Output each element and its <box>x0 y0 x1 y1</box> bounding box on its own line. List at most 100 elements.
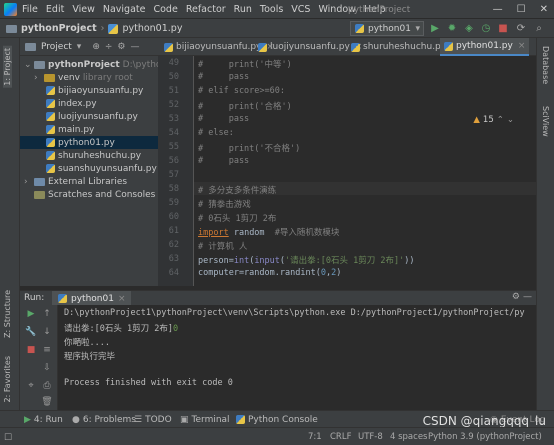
status-square-icon[interactable]: □ <box>4 432 12 442</box>
menu-edit[interactable]: Edit <box>46 4 64 15</box>
code-line: # pass <box>198 156 250 166</box>
inspection-widget[interactable]: ▲ 15 ⌃ ⌄ <box>473 115 514 125</box>
favorites-tool-tab[interactable]: 2: Favorites <box>3 356 12 402</box>
file-name: shuruheshuchu.py <box>58 150 142 161</box>
wrench-icon[interactable]: 🔧 <box>24 327 38 337</box>
rerun-icon[interactable]: ▶ <box>24 309 38 319</box>
right-tool-strip: Database SciView <box>536 38 554 410</box>
collapse-icon[interactable]: ÷ <box>105 42 113 52</box>
folder-icon <box>6 24 17 33</box>
root-name: pythonProject <box>48 59 120 70</box>
soft-wrap-icon[interactable]: ≡ <box>40 345 54 355</box>
run-config-select[interactable]: python01 ▾ <box>350 21 424 36</box>
list-item[interactable]: main.py <box>46 123 94 136</box>
menu-code[interactable]: Code <box>153 4 177 15</box>
print-icon[interactable]: ⎙ <box>40 381 54 391</box>
update-icon[interactable]: ⟳ <box>514 21 528 36</box>
indent-setting[interactable]: 4 spaces <box>390 432 427 442</box>
project-view-select[interactable]: Project <box>41 42 72 52</box>
menu-file[interactable]: File <box>22 4 38 15</box>
chevron-down-icon[interactable]: ⌄ <box>507 115 514 125</box>
chevron-right-icon[interactable]: › <box>34 73 41 83</box>
tab-python-console[interactable]: Python Console <box>236 413 318 426</box>
tree-external-libraries[interactable]: › External Libraries <box>24 175 127 188</box>
tab-run[interactable]: ▶ 4: Run <box>24 413 63 426</box>
gear-icon[interactable]: ⚙ <box>512 292 520 302</box>
python-icon <box>58 294 67 303</box>
code-line: # print('中等') <box>198 60 292 70</box>
run-console[interactable]: D:\pythonProject1\pythonProject\venv\Scr… <box>58 305 536 410</box>
run-tab-python01[interactable]: python01 × <box>52 291 132 306</box>
menu-tools[interactable]: Tools <box>260 4 283 15</box>
hide-icon[interactable]: — <box>523 292 532 302</box>
chevron-down-icon[interactable]: ⌄ <box>24 60 32 70</box>
debug-icon[interactable]: ✹ <box>445 21 459 36</box>
tree-venv[interactable]: › venv library root <box>34 71 133 84</box>
search-icon[interactable]: ⌕ <box>532 21 546 36</box>
chevron-up-icon[interactable]: ⌃ <box>497 115 504 125</box>
line-separator[interactable]: CRLF <box>330 432 351 442</box>
stop-icon[interactable]: ■ <box>24 345 38 355</box>
locate-icon[interactable]: ⊕ <box>92 42 100 52</box>
tree-root[interactable]: ⌄ pythonProject D:\pythonPr <box>24 58 158 71</box>
python-file-icon <box>46 138 55 147</box>
maximize-icon[interactable]: ☐ <box>517 4 526 15</box>
run-icon[interactable]: ▶ <box>428 21 442 36</box>
tab-problems[interactable]: ● 6: Problems <box>72 413 136 426</box>
breadcrumb-separator-icon: › <box>100 23 105 34</box>
scroll-end-icon[interactable]: ⇩ <box>40 363 54 373</box>
sciview-tool-tab[interactable]: SciView <box>541 106 550 137</box>
list-item-selected[interactable]: python01.py <box>20 136 158 149</box>
python-icon <box>236 415 245 424</box>
tree-scratches[interactable]: Scratches and Consoles <box>34 188 155 201</box>
close-icon[interactable]: ✕ <box>540 4 548 15</box>
tab-todo[interactable]: ☰ TODO <box>134 413 172 426</box>
project-tool-tab[interactable]: 1: Project <box>3 46 12 88</box>
structure-tool-tab[interactable]: Z: Structure <box>3 290 12 338</box>
menu-vcs[interactable]: VCS <box>291 4 310 15</box>
file-name: suanshuyunsuanfu.py <box>58 163 157 174</box>
external-libraries-label: External Libraries <box>48 176 128 187</box>
chevron-down-icon[interactable]: ▾ <box>77 42 82 52</box>
file-name: bijiaoyunsuanfu.py <box>58 85 144 96</box>
stop-icon[interactable]: ■ <box>496 21 510 36</box>
library-icon <box>34 177 45 186</box>
breadcrumb-file[interactable]: python01.py <box>122 23 182 34</box>
line-number: 63 <box>168 254 179 264</box>
scroll-up-icon[interactable]: ↑ <box>40 309 54 319</box>
list-item[interactable]: index.py <box>46 97 97 110</box>
caret-position[interactable]: 7:1 <box>308 432 322 442</box>
menu-refactor[interactable]: Refactor <box>186 4 226 15</box>
menu-view[interactable]: View <box>72 4 95 15</box>
gear-icon[interactable]: ⚙ <box>117 42 125 52</box>
tab-terminal[interactable]: ▣ Terminal <box>180 413 230 426</box>
list-item[interactable]: luojiyunsuanfu.py <box>46 110 138 123</box>
list-item[interactable]: suanshuyunsuanfu.py <box>46 162 157 175</box>
pin-icon[interactable]: ⌖ <box>24 381 38 391</box>
menu-navigate[interactable]: Navigate <box>103 4 146 15</box>
chevron-right-icon[interactable]: › <box>24 177 31 187</box>
list-item[interactable]: bijiaoyunsuanfu.py <box>46 84 143 97</box>
python-interpreter[interactable]: Python 3.9 (pythonProject) <box>428 432 542 442</box>
trash-icon[interactable]: 🗑 <box>40 397 54 407</box>
menu-run[interactable]: Run <box>234 4 252 15</box>
file-encoding[interactable]: UTF-8 <box>358 432 383 442</box>
keyword: import <box>198 228 229 238</box>
close-icon[interactable]: × <box>518 41 526 51</box>
breadcrumb-project[interactable]: pythonProject <box>21 23 97 34</box>
file-name: index.py <box>58 98 97 109</box>
minimize-icon[interactable]: — <box>493 4 503 15</box>
coverage-icon[interactable]: ◈ <box>462 21 476 36</box>
database-tool-tab[interactable]: Database <box>541 46 550 84</box>
hide-icon[interactable]: — <box>131 42 140 52</box>
list-item[interactable]: shuruheshuchu.py <box>46 149 141 162</box>
code-editor[interactable]: ▲ 15 ⌃ ⌄ # print('中等') # pass # elif sco… <box>194 56 536 286</box>
scroll-down-icon[interactable]: ↓ <box>40 327 54 337</box>
close-icon[interactable]: × <box>118 294 126 304</box>
code-line: # pass <box>198 72 250 82</box>
profile-icon[interactable]: ◷ <box>479 21 493 36</box>
line-number: 56 <box>168 156 179 166</box>
warning-count: 15 <box>482 115 494 125</box>
tab-python01[interactable]: python01.py × <box>440 38 530 56</box>
python-file-icon <box>46 99 55 108</box>
